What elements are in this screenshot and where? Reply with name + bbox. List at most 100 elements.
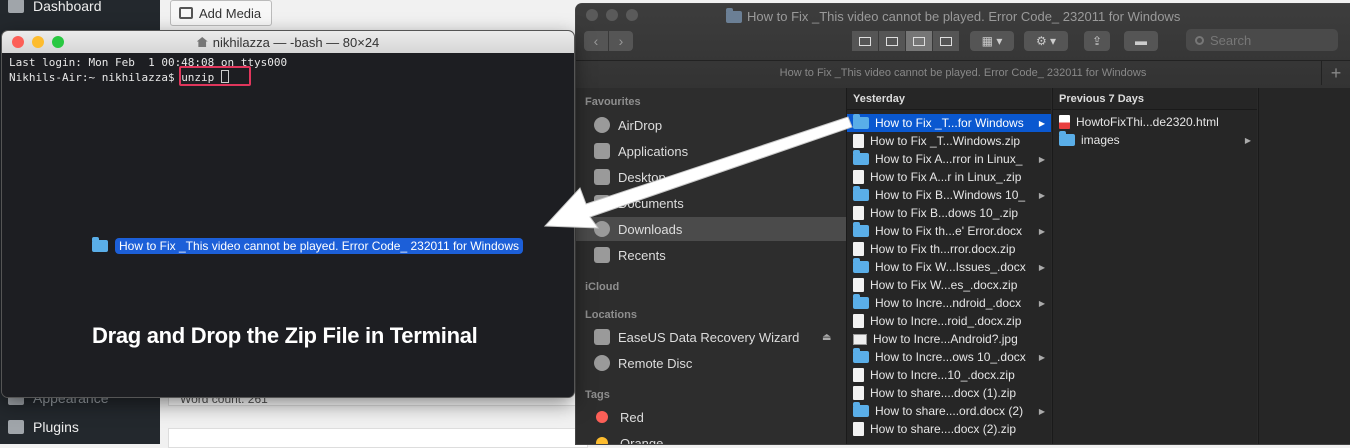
minimize-icon[interactable] <box>32 36 44 48</box>
folder-icon <box>853 258 869 273</box>
group-button[interactable]: ▦ ▾ <box>970 31 1014 51</box>
file-row[interactable]: How to share....docx (2).zip <box>847 420 1051 438</box>
terminal-title: nikhilazza — -bash — 80×24 <box>196 35 379 50</box>
file-row[interactable]: How to Fix W...es_.docx.zip <box>847 276 1051 294</box>
locations-heading: Locations <box>585 309 637 321</box>
folder-icon <box>92 237 108 252</box>
instruction-caption: Drag and Drop the Zip File in Terminal <box>92 323 478 348</box>
new-tab-button[interactable]: + <box>1321 61 1350 85</box>
sidebar-item-documents[interactable]: Documents <box>576 191 846 215</box>
action-button[interactable]: ⚙ ▾ <box>1024 31 1068 51</box>
file-row[interactable]: How to Fix A...rror in Linux_ ▶ <box>847 150 1051 168</box>
plugins-icon <box>8 420 24 434</box>
media-icon <box>179 7 193 19</box>
desktop-icon <box>594 169 610 185</box>
wp-nav-dashboard-label: Dashboard <box>33 0 102 14</box>
back-icon[interactable]: ‹ <box>584 31 608 51</box>
zoom-icon[interactable] <box>626 9 638 21</box>
file-row[interactable]: How to Incre...ows 10_.docx ▶ <box>847 348 1051 366</box>
add-media-button[interactable]: Add Media <box>170 0 272 26</box>
tags-button[interactable]: ▬ <box>1124 31 1158 51</box>
file-row[interactable]: How to Fix th...rror.docx.zip <box>847 240 1051 258</box>
path-tab-bar[interactable]: How to Fix _This video cannot be played.… <box>576 60 1350 85</box>
close-icon[interactable] <box>586 9 598 21</box>
folder-icon <box>853 186 869 201</box>
list-icon <box>886 36 898 46</box>
sidebar-item-recents[interactable]: Recents <box>576 243 846 267</box>
file-row[interactable]: How to Fix B...Windows 10_ ▶ <box>847 186 1051 204</box>
disc-icon <box>594 355 610 371</box>
gallery-view-button[interactable] <box>933 31 959 51</box>
file-row-label: How to Fix th...e' Error.docx <box>875 224 1023 238</box>
red-tag-icon <box>596 411 608 423</box>
add-media-label: Add Media <box>199 5 262 21</box>
close-icon[interactable] <box>12 36 24 48</box>
file-row[interactable]: How to Fix B...dows 10_.zip <box>847 204 1051 222</box>
file-row[interactable]: How to Fix W...Issues_.docx ▶ <box>847 258 1051 276</box>
sidebar-item-tag-orange[interactable]: Orange <box>576 431 846 444</box>
forward-icon[interactable]: › <box>609 31 633 51</box>
tags-heading: Tags <box>585 389 610 401</box>
share-button[interactable]: ⇪ <box>1084 31 1110 51</box>
path-tab-label: How to Fix _This video cannot be played.… <box>779 66 1147 79</box>
file-row[interactable]: How to Fix _T...Windows.zip <box>847 132 1051 150</box>
sidebar-item-label: Red <box>620 409 644 425</box>
terminal-titlebar[interactable]: nikhilazza — -bash — 80×24 <box>2 31 574 53</box>
dragged-folder-label: How to Fix _This video cannot be played.… <box>115 238 523 254</box>
tag-icon: ▬ <box>1135 34 1147 48</box>
wp-metabox <box>168 428 588 448</box>
column-view-button[interactable] <box>906 31 932 51</box>
file-row[interactable]: images ▶ <box>1053 131 1257 149</box>
sidebar-item-label: Applications <box>618 143 689 159</box>
icon-view-button[interactable] <box>852 31 878 51</box>
folder-icon <box>853 294 869 309</box>
sidebar-item-airdrop[interactable]: AirDrop <box>576 113 846 137</box>
eject-icon[interactable]: ⏏ <box>822 332 831 343</box>
sidebar-item-downloads[interactable]: Downloads <box>576 217 846 241</box>
document-icon <box>853 386 864 400</box>
file-row[interactable]: How to Incre...ndroid_.docx ▶ <box>847 294 1051 312</box>
file-row[interactable]: How to Incre...Android?.jpg <box>847 330 1051 348</box>
folder-icon <box>853 348 869 363</box>
sidebar-item-label: Documents <box>618 195 684 211</box>
disclosure-arrow-icon: ▶ <box>1038 352 1045 362</box>
sidebar-item-label: Orange <box>620 435 664 445</box>
file-row-label: How to Incre...Android?.jpg <box>873 332 1018 346</box>
file-row-label: How to Incre...roid_.docx.zip <box>870 314 1022 328</box>
search-field[interactable]: Search <box>1186 29 1338 51</box>
wp-nav-dashboard[interactable]: Dashboard <box>0 0 160 20</box>
file-row[interactable]: How to share....docx (1).zip <box>847 384 1051 402</box>
file-row[interactable]: How to share....ord.docx (2) ▶ <box>847 402 1051 420</box>
minimize-icon[interactable] <box>606 9 618 21</box>
file-row-label: How to share....ord.docx (2) <box>875 404 1024 418</box>
airdrop-icon <box>594 117 610 133</box>
file-row-label: HowtoFixThi...de2320.html <box>1076 115 1219 129</box>
sidebar-item-label: AirDrop <box>618 117 663 133</box>
file-row[interactable]: How to Fix th...e' Error.docx ▶ <box>847 222 1051 240</box>
file-row-label: How to Incre...ows 10_.docx <box>875 350 1026 364</box>
disclosure-arrow-icon: ▶ <box>1038 118 1045 128</box>
downloads-icon <box>594 221 610 237</box>
zoom-icon[interactable] <box>52 36 64 48</box>
file-row[interactable]: How to Incre...10_.docx.zip <box>847 366 1051 384</box>
sidebar-item-applications[interactable]: Applications <box>576 139 846 163</box>
sidebar-item-desktop[interactable]: Desktop <box>576 165 846 189</box>
sidebar-item-tag-red[interactable]: Red <box>576 405 846 429</box>
sidebar-item-easeus[interactable]: EaseUS Data Recovery Wizard ⏏ <box>576 325 846 349</box>
file-row[interactable]: How to Fix _T...for Windows ▶ <box>847 114 1051 132</box>
file-row[interactable]: HowtoFixThi...de2320.html <box>1053 113 1257 131</box>
finder-window: How to Fix _This video cannot be played.… <box>576 4 1350 444</box>
sidebar-item-remote-disc[interactable]: Remote Disc <box>576 351 846 375</box>
finder-window-controls <box>586 9 638 21</box>
file-row[interactable]: How to Incre...roid_.docx.zip <box>847 312 1051 330</box>
terminal-body[interactable]: Last login: Mon Feb 1 00:48:08 on ttys00… <box>2 53 574 397</box>
file-row[interactable]: How to Fix A...r in Linux_.zip <box>847 168 1051 186</box>
list-view-button[interactable] <box>879 31 905 51</box>
document-icon <box>853 368 864 382</box>
folder-icon <box>726 7 742 23</box>
file-row-label: How to Fix th...rror.docx.zip <box>870 242 1016 256</box>
dragged-folder[interactable]: How to Fix _This video cannot be played.… <box>92 237 523 254</box>
wp-nav-plugins[interactable]: Plugins <box>0 413 160 441</box>
file-row-label: How to Fix _T...Windows.zip <box>870 134 1021 148</box>
group-icon: ▦ ▾ <box>981 34 1003 48</box>
